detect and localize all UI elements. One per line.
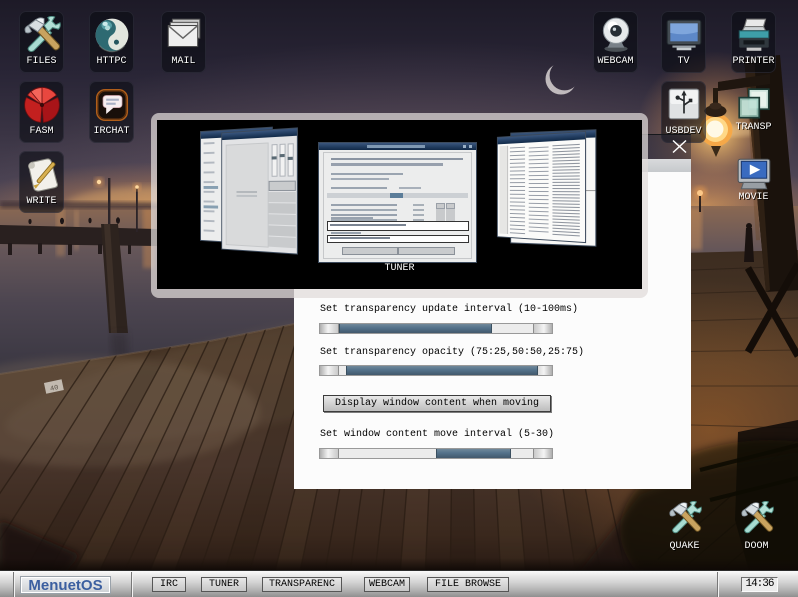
svg-text:40: 40 xyxy=(49,384,59,394)
